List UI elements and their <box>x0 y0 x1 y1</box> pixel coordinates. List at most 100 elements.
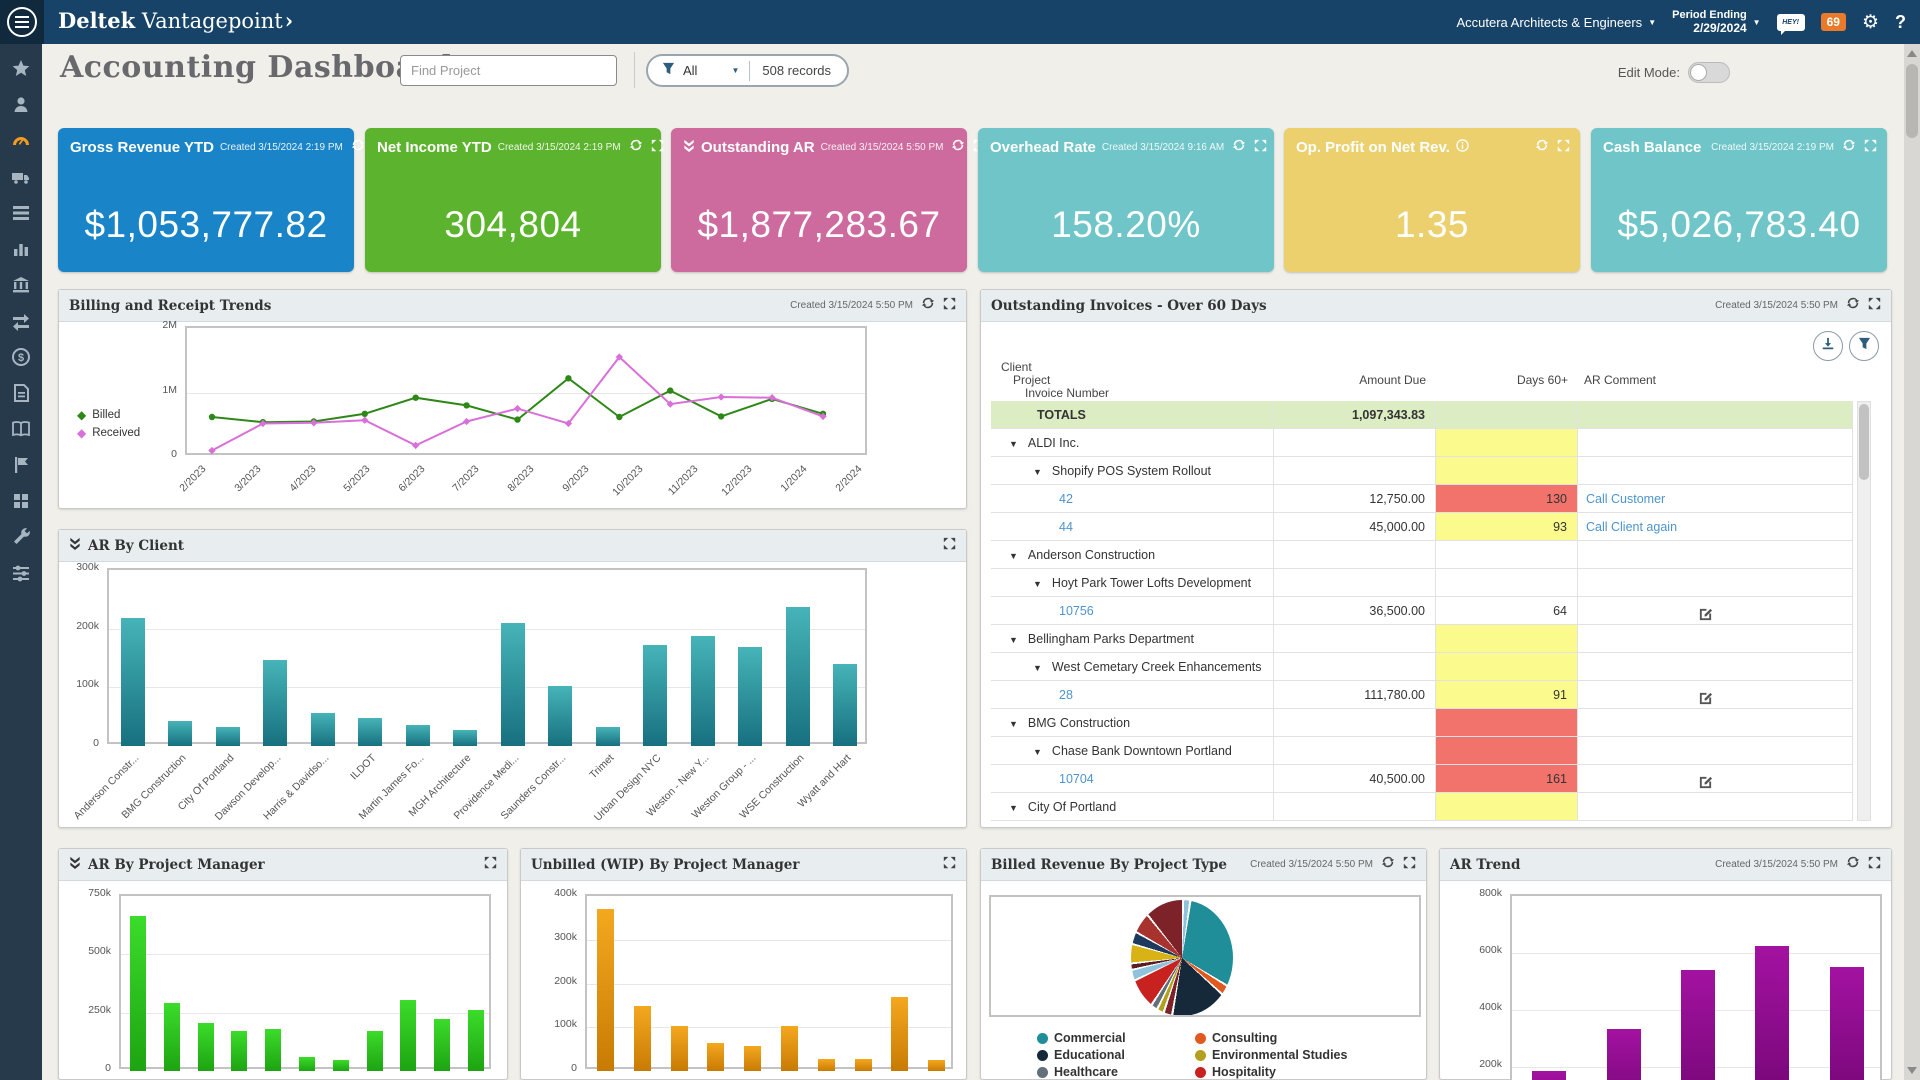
page-scrollbar[interactable] <box>1904 44 1920 1080</box>
help-icon[interactable]: ? <box>1895 12 1906 33</box>
kpi-tile-overhead-rate[interactable]: Overhead RateCreated 3/15/2024 9:16 AM15… <box>978 128 1274 272</box>
bar[interactable] <box>634 1006 651 1071</box>
bar[interactable] <box>671 1026 688 1071</box>
scroll-up-arrow[interactable] <box>1907 50 1917 57</box>
expand-icon[interactable] <box>484 856 497 874</box>
invoice-number-link[interactable]: 10704 <box>1059 772 1094 786</box>
collapse-arrow-icon[interactable]: ▼ <box>1009 635 1018 645</box>
legend-item[interactable]: ◆Billed <box>77 408 140 422</box>
bar[interactable] <box>891 997 908 1071</box>
sidebar-item-settings[interactable] <box>6 562 36 584</box>
kpi-tile-gross-revenue-ytd[interactable]: Gross Revenue YTDCreated 3/15/2024 2:19 … <box>58 128 354 272</box>
bar[interactable] <box>643 645 667 746</box>
expand-icon[interactable] <box>1868 297 1881 315</box>
client-group-cell[interactable]: ▼Bellingham Parks Department <box>991 625 1274 653</box>
bar[interactable] <box>1607 1029 1641 1080</box>
collapse-arrow-icon[interactable]: ▼ <box>1033 579 1042 589</box>
client-group-cell[interactable]: ▼BMG Construction <box>991 709 1274 737</box>
invoice-number-link[interactable]: 10756 <box>1059 604 1094 618</box>
bar[interactable] <box>358 718 382 746</box>
bar[interactable] <box>263 660 287 746</box>
sidebar-item-dashboard[interactable] <box>6 130 36 152</box>
expand-icon[interactable] <box>943 537 956 555</box>
bar[interactable] <box>468 1010 484 1071</box>
bar[interactable] <box>168 721 192 746</box>
bar[interactable] <box>1830 967 1864 1080</box>
scroll-down-arrow[interactable] <box>1907 1067 1917 1074</box>
company-selector[interactable]: Accutera Architects & Engineers ▼ <box>1456 15 1656 30</box>
collapse-arrow-icon[interactable]: ▼ <box>1033 467 1042 477</box>
scrollbar-thumb[interactable] <box>1906 64 1918 138</box>
bar[interactable] <box>1532 1071 1566 1080</box>
legend-item[interactable]: Consulting <box>1195 1031 1277 1045</box>
kpi-tile-op-profit-on-net-rev-[interactable]: Op. Profit on Net Rev.1.35 <box>1284 128 1580 272</box>
sidebar-item-favorites[interactable] <box>6 58 36 80</box>
bar[interactable] <box>453 730 477 746</box>
bar[interactable] <box>833 664 857 746</box>
expand-icon[interactable] <box>943 856 956 874</box>
bar[interactable] <box>311 713 335 746</box>
expand-icon[interactable] <box>943 297 956 315</box>
bar[interactable] <box>265 1029 281 1071</box>
client-group-cell[interactable]: ▼City Of Portland <box>991 793 1274 821</box>
kpi-tile-net-income-ytd[interactable]: Net Income YTDCreated 3/15/2024 2:19 PM3… <box>365 128 661 272</box>
bar[interactable] <box>597 909 614 1071</box>
bar[interactable] <box>707 1043 724 1071</box>
refresh-icon[interactable] <box>629 138 643 157</box>
bar[interactable] <box>691 636 715 746</box>
invoice-number-link[interactable]: 44 <box>1059 520 1073 534</box>
collapse-arrow-icon[interactable]: ▼ <box>1009 803 1018 813</box>
find-project-input[interactable] <box>400 55 617 86</box>
sidebar-item-transfers[interactable] <box>6 310 36 332</box>
sidebar-item-purchasing[interactable] <box>6 166 36 188</box>
bar[interactable] <box>596 727 620 746</box>
legend-item[interactable]: Hospitality <box>1195 1065 1276 1079</box>
table-filter-button[interactable] <box>1849 331 1879 361</box>
collapse-arrow-icon[interactable]: ▼ <box>1033 747 1042 757</box>
expand-icon[interactable] <box>1403 856 1416 874</box>
chevrons-down-icon[interactable] <box>69 856 81 874</box>
record-filter[interactable]: All ▼ 508 records <box>646 54 849 87</box>
table-scrollbar[interactable] <box>1857 401 1871 821</box>
refresh-icon[interactable] <box>1535 138 1549 157</box>
bar[interactable] <box>818 1059 835 1071</box>
refresh-icon[interactable] <box>1842 138 1856 157</box>
refresh-icon[interactable] <box>1846 855 1860 874</box>
edit-mode-toggle[interactable] <box>1688 62 1730 83</box>
sidebar-item-tools[interactable] <box>6 526 36 548</box>
refresh-icon[interactable] <box>1232 138 1246 157</box>
sidebar-item-documents[interactable] <box>6 382 36 404</box>
collapse-arrow-icon[interactable]: ▼ <box>1033 663 1042 673</box>
bar[interactable] <box>406 725 430 746</box>
bar[interactable] <box>299 1057 315 1071</box>
chat-bubble-icon[interactable]: HEY! <box>1777 14 1805 31</box>
collapse-arrow-icon[interactable]: ▼ <box>1009 551 1018 561</box>
legend-item[interactable]: Educational <box>1037 1048 1125 1062</box>
expand-icon[interactable] <box>651 139 664 157</box>
legend-item[interactable]: Environmental Studies <box>1195 1048 1347 1062</box>
collapse-arrow-icon[interactable]: ▼ <box>1009 719 1018 729</box>
bar[interactable] <box>400 1000 416 1071</box>
bar[interactable] <box>121 618 145 746</box>
bar[interactable] <box>198 1023 214 1071</box>
refresh-icon[interactable] <box>351 138 365 157</box>
expand-icon[interactable] <box>1254 139 1267 157</box>
sidebar-item-people[interactable] <box>6 94 36 116</box>
bar[interactable] <box>164 1003 180 1071</box>
edit-comment-icon[interactable] <box>1698 694 1713 708</box>
refresh-icon[interactable] <box>1381 855 1395 874</box>
kpi-tile-cash-balance[interactable]: Cash BalanceCreated 3/15/2024 2:19 PM$5,… <box>1591 128 1887 272</box>
expand-icon[interactable] <box>1557 139 1570 157</box>
ar-comment-link[interactable]: Call Client again <box>1578 520 1677 534</box>
bar[interactable] <box>1681 970 1715 1080</box>
sidebar-item-flagged[interactable] <box>6 454 36 476</box>
menu-button[interactable] <box>0 0 44 44</box>
brand-logo[interactable]: Deltek Vantagepoint› <box>58 8 293 33</box>
invoice-number-link[interactable]: 28 <box>1059 688 1073 702</box>
expand-icon[interactable] <box>1864 139 1877 157</box>
project-group-cell[interactable]: ▼Chase Bank Downtown Portland <box>991 737 1274 765</box>
bar[interactable] <box>434 1019 450 1072</box>
sidebar-item-grid[interactable] <box>6 490 36 512</box>
project-group-cell[interactable]: ▼Shopify POS System Rollout <box>991 457 1274 485</box>
bar[interactable] <box>928 1060 945 1071</box>
